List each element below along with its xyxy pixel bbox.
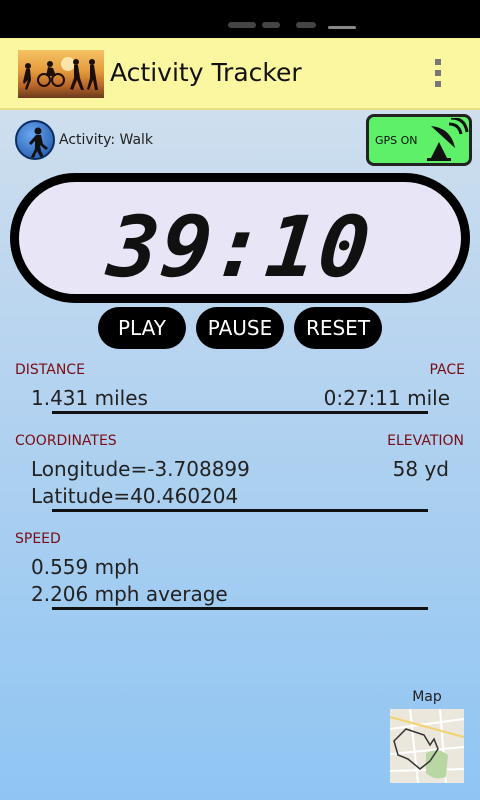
walker-icon[interactable] (15, 120, 55, 160)
pause-button[interactable]: PAUSE (196, 307, 284, 349)
overflow-menu-icon[interactable] (424, 56, 452, 92)
map-label: Map (412, 689, 442, 705)
longitude-value: Longitude=-3.708899 (31, 457, 250, 481)
speed-current-value: 0.559 mph (31, 555, 140, 579)
timer-value: 39:10 (103, 198, 377, 296)
divider (52, 509, 428, 512)
divider (52, 411, 428, 414)
status-bar (0, 0, 480, 38)
play-button[interactable]: PLAY (98, 307, 186, 349)
status-icon (228, 22, 256, 28)
map-thumbnail (390, 709, 464, 783)
activity-label: Activity: Walk (59, 132, 154, 148)
status-icon (296, 22, 316, 28)
elevation-label: ELEVATION (387, 433, 464, 449)
gps-toggle-button[interactable]: GPS ON (366, 114, 472, 166)
speed-average-value: 2.206 mph average (31, 582, 228, 606)
coordinates-label: COORDINATES (15, 433, 117, 449)
map-button[interactable]: Map (388, 684, 466, 784)
timer-display: 39:10 (10, 173, 470, 303)
status-icon (262, 22, 280, 28)
reset-button[interactable]: RESET (294, 307, 382, 349)
speed-label: SPEED (15, 531, 61, 547)
pace-value: 0:27:11 mile (323, 386, 450, 410)
app-logo (18, 50, 104, 98)
divider (52, 607, 428, 610)
latitude-value: Latitude=40.460204 (31, 484, 239, 508)
app-title: Activity Tracker (110, 58, 302, 87)
action-bar: Activity Tracker (0, 38, 480, 110)
pace-label: PACE (429, 362, 466, 378)
elevation-value: 58 yd (392, 457, 449, 481)
distance-label: DISTANCE (15, 362, 85, 378)
satellite-dish-icon (427, 118, 469, 161)
distance-value: 1.431 miles (31, 386, 148, 410)
status-icon (328, 26, 356, 29)
gps-label: GPS ON (375, 134, 418, 147)
